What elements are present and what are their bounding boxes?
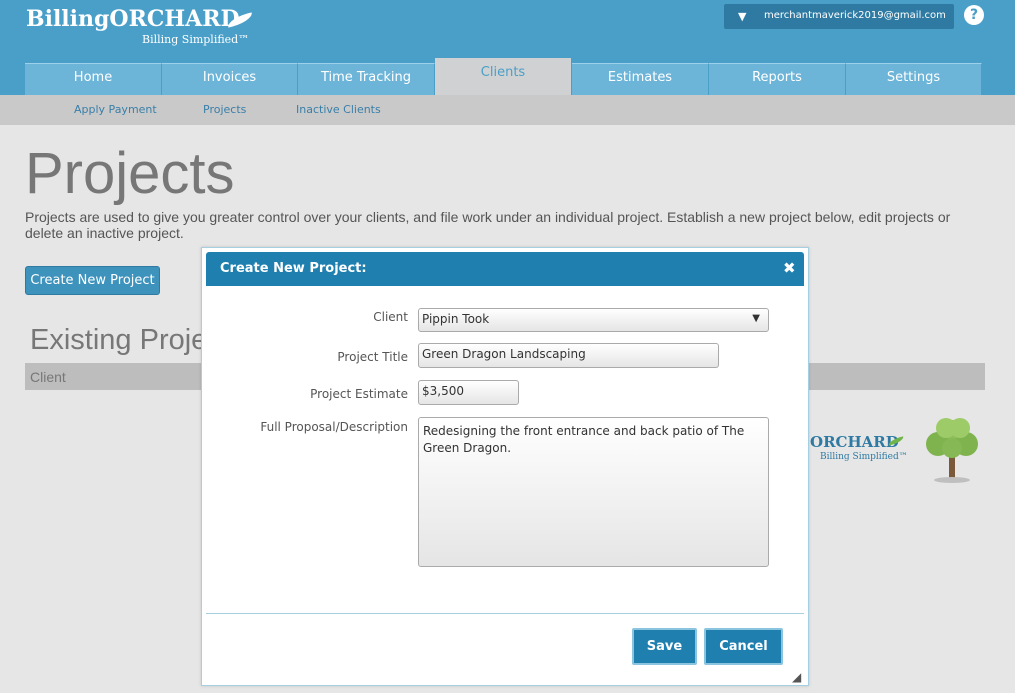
close-icon[interactable]: ✖ — [783, 259, 796, 277]
page-title: Projects — [25, 141, 235, 206]
client-select-value: Pippin Took — [422, 312, 490, 326]
tab-home[interactable]: Home — [25, 63, 162, 95]
help-icon[interactable]: ? — [964, 5, 984, 25]
client-select[interactable]: Pippin Took ▼ — [418, 308, 769, 332]
subnav-inactive-clients[interactable]: Inactive Clients — [296, 103, 381, 116]
client-label: Client — [373, 310, 408, 324]
tab-estimates[interactable]: Estimates — [572, 63, 709, 95]
tab-invoices[interactable]: Invoices — [162, 63, 298, 95]
footer-brand-name: ORCHARD — [810, 433, 899, 451]
description-label: Full Proposal/Description — [260, 420, 408, 434]
dialog-divider — [206, 613, 804, 614]
brand-tagline: Billing Simplified™ — [142, 33, 250, 46]
project-estimate-input[interactable]: $3,500 — [418, 380, 519, 405]
sub-nav: Apply Payment Projects Inactive Clients — [0, 95, 1015, 125]
dialog-header: Create New Project: ✖ — [206, 252, 804, 286]
column-client[interactable]: Client — [30, 369, 66, 385]
caret-down-icon: ▼ — [738, 10, 747, 23]
tab-clients[interactable]: Clients — [435, 58, 572, 95]
tab-reports[interactable]: Reports — [709, 63, 846, 95]
footer-brand-logo: ORCHARD Billing Simplified™ — [810, 430, 908, 470]
page-description: Projects are used to give you greater co… — [25, 209, 951, 241]
brand-name: BillingORCHARD — [26, 6, 240, 32]
caret-down-icon: ▼ — [752, 313, 760, 324]
app-header: BillingORCHARD Billing Simplified™ ▼ mer… — [0, 0, 1015, 95]
project-title-label: Project Title — [337, 350, 408, 364]
footer-brand-tagline: Billing Simplified™ — [820, 452, 908, 462]
subnav-projects[interactable]: Projects — [203, 103, 246, 116]
account-email: merchantmaverick2019@gmail.com — [764, 10, 946, 21]
save-button[interactable]: Save — [632, 628, 697, 665]
brand-name-prefix: Billing — [26, 6, 110, 32]
main-nav: Home Invoices Time Tracking Clients Esti… — [25, 58, 982, 95]
account-dropdown[interactable]: ▼ merchantmaverick2019@gmail.com — [724, 4, 954, 29]
resize-handle-icon[interactable]: ◢ — [792, 670, 801, 684]
tab-settings[interactable]: Settings — [846, 63, 982, 95]
tree-icon — [926, 418, 978, 483]
brand-name-suffix: ORCHARD — [109, 6, 240, 32]
tab-time-tracking[interactable]: Time Tracking — [298, 63, 435, 95]
create-project-dialog: Create New Project: ✖ Client Pippin Took… — [201, 247, 809, 686]
create-new-project-button[interactable]: Create New Project — [25, 266, 160, 295]
project-estimate-label: Project Estimate — [310, 387, 408, 401]
cancel-button[interactable]: Cancel — [704, 628, 783, 665]
brand-logo[interactable]: BillingORCHARD Billing Simplified™ — [26, 6, 256, 50]
description-textarea[interactable]: Redesigning the front entrance and back … — [418, 417, 769, 567]
subnav-apply-payment[interactable]: Apply Payment — [74, 103, 157, 116]
dialog-title: Create New Project: — [220, 261, 367, 276]
project-title-input[interactable]: Green Dragon Landscaping — [418, 343, 719, 368]
